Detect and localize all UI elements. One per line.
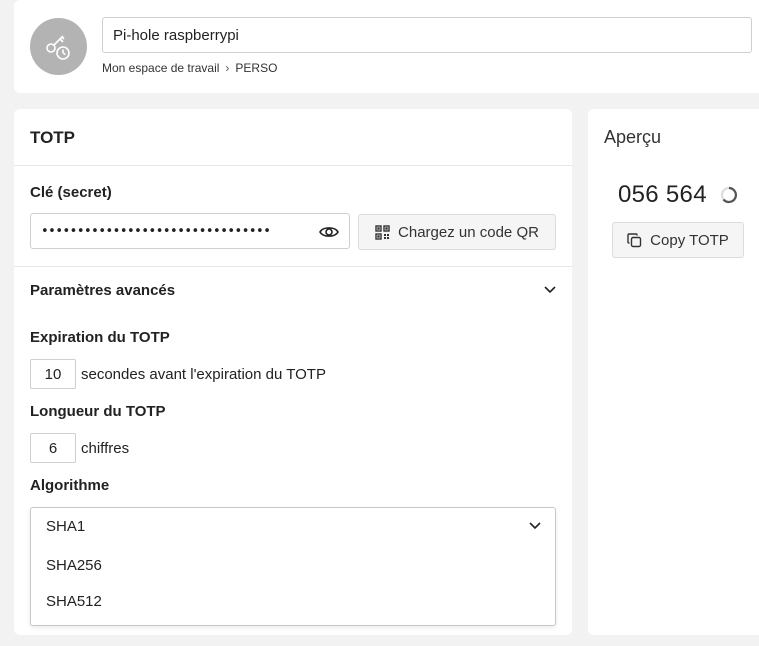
algorithm-selected[interactable]: SHA1 [31, 508, 555, 544]
copy-totp-button[interactable]: Copy TOTP [612, 222, 744, 258]
algorithm-select[interactable]: SHA1 SHA256 SHA512 [30, 507, 556, 626]
secret-label: Clé (secret) [30, 184, 112, 201]
load-qr-code-button[interactable]: Chargez un code QR [358, 214, 556, 250]
expiration-label: Expiration du TOTP [30, 329, 170, 346]
advanced-settings-toggle[interactable]: Paramètres avancés [14, 267, 572, 313]
length-suffix: chiffres [81, 440, 130, 457]
avatar [30, 18, 87, 75]
copy-icon [627, 232, 642, 247]
secret-masked-value: •••••••••••••••••••••••••••••••• [41, 224, 271, 239]
card-title: TOTP [30, 128, 76, 147]
chevron-down-icon [529, 522, 541, 530]
breadcrumb: Mon espace de travail › PERSO [102, 61, 277, 75]
algorithm-selected-value: SHA1 [46, 517, 86, 535]
chevron-down-icon [544, 286, 556, 294]
expiration-input[interactable] [30, 359, 76, 389]
divider [14, 165, 572, 166]
breadcrumb-separator: › [225, 61, 230, 75]
item-title-input[interactable] [102, 17, 752, 53]
header-card: Mon espace de travail › PERSO [14, 0, 759, 93]
secret-field[interactable]: •••••••••••••••••••••••••••••••• [30, 213, 350, 249]
totp-code: 056 564 [618, 181, 707, 208]
qr-code-icon [375, 224, 390, 240]
advanced-settings-label: Paramètres avancés [30, 281, 176, 299]
length-label: Longueur du TOTP [30, 403, 166, 420]
length-input[interactable] [30, 433, 76, 463]
expiration-suffix: secondes avant l'expiration du TOTP [81, 366, 326, 383]
load-qr-code-label: Chargez un code QR [398, 223, 539, 241]
totp-card: TOTP Clé (secret) ••••••••••••••••••••••… [14, 109, 572, 635]
key-clock-icon [45, 34, 70, 60]
loading-spinner-icon [720, 186, 738, 204]
breadcrumb-workspace[interactable]: Mon espace de travail [102, 61, 219, 75]
algorithm-option[interactable]: SHA256 [31, 547, 555, 583]
breadcrumb-folder[interactable]: PERSO [235, 61, 277, 75]
algorithm-label: Algorithme [30, 477, 110, 494]
algorithm-option[interactable]: SHA512 [31, 583, 555, 619]
preview-title: Aperçu [604, 127, 662, 147]
copy-totp-label: Copy TOTP [650, 231, 729, 249]
eye-icon[interactable] [319, 223, 339, 241]
preview-card: Aperçu 056 564 Copy TOTP [588, 109, 759, 635]
